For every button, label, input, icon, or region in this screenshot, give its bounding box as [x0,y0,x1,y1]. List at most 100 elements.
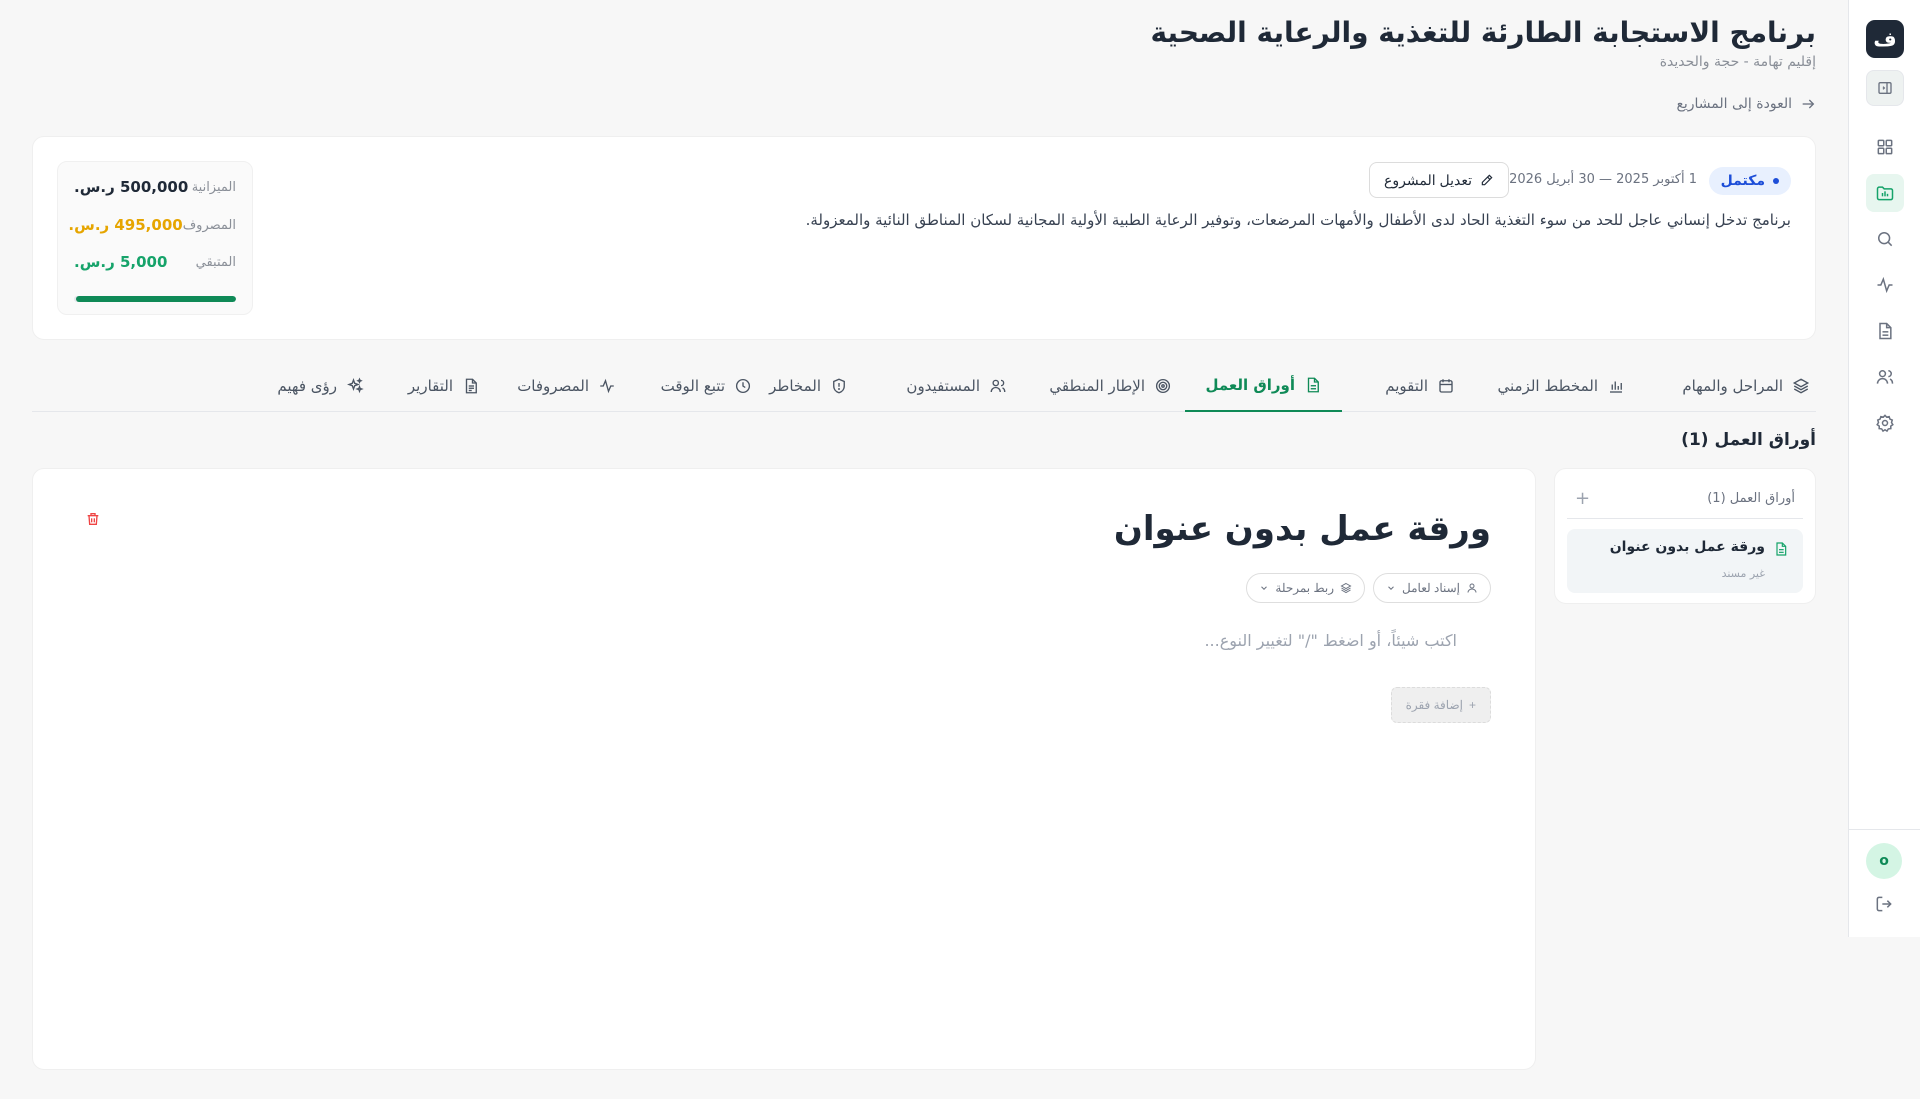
budget-value: 500,000 ر.س. [74,178,189,196]
budget-row-total: الميزانية 500,000 ر.س. [74,176,236,198]
app-logo[interactable]: ف [1866,20,1904,58]
spent-value: 495,000 ر.س. [68,216,183,234]
report-icon [462,377,480,395]
activity-icon [1875,275,1895,295]
status-badge: مكتمل [1708,167,1791,195]
chevron-down-icon [1386,583,1396,593]
worksheets-list-header: أوراق العمل (1) + [1567,479,1803,519]
worksheets-list-title: أوراق العمل (1) [1707,491,1795,506]
tab-label: المخطط الزمني [1497,377,1598,395]
budget-row-spent: المصروف 495,000 ر.س. [68,214,236,236]
sidebar-item-dashboard[interactable] [1866,128,1904,166]
tab-label: المراحل والمهام [1682,377,1783,395]
arrow-right-icon [1800,96,1816,112]
chevron-down-icon [1259,583,1269,593]
tab-label: المصروفات [517,377,589,395]
users-icon [1875,367,1895,387]
tab-calendar[interactable]: التقويم [1379,360,1461,412]
target-icon [1154,377,1172,395]
tab-label: رؤى فهيم [277,377,337,395]
trash-icon[interactable] [85,511,101,527]
worksheet-title[interactable]: ورقة عمل بدون عنوان [1114,509,1491,549]
sidebar-item-settings[interactable] [1866,404,1904,442]
layers-icon [1792,377,1810,395]
tab-logframe[interactable]: الإطار المنطقي [1043,360,1178,412]
worksheets-section-title: أوراق العمل (1) [1681,430,1816,450]
gear-icon [1875,413,1895,433]
sidebar: ف o [1848,0,1920,937]
add-paragraph-button[interactable]: + إضافة فقرة [1390,687,1491,723]
sidebar-toggle-icon [1877,80,1893,96]
tab-label: المستفيدون [906,377,980,395]
collapse-sidebar-button[interactable] [1866,70,1904,106]
tab-fahim-insights[interactable]: رؤى فهيم [271,360,370,412]
budget-progress-bar [74,296,236,302]
add-worksheet-button[interactable]: + [1575,489,1590,508]
link-phase-label: ربط بمرحلة [1275,581,1334,595]
document-icon [1773,541,1789,557]
editor-block-input[interactable]: اكتب شيئاً، أو اضغط "/" لتغيير النوع... [1204,631,1457,650]
tab-label: تتبع الوقت [660,377,725,395]
back-to-projects-link[interactable]: العودة إلى المشاريع [1676,96,1816,112]
edit-project-label: تعديل المشروع [1384,171,1472,188]
clock-icon [734,377,752,395]
budget-label: الميزانية [191,179,236,195]
link-phase-dropdown[interactable]: ربط بمرحلة [1246,573,1365,603]
sidebar-item-search[interactable] [1866,220,1904,258]
project-summary-card: مكتمل 1 أكتوبر 2025 — 30 أبريل 2026 تعدي… [32,136,1816,340]
remaining-value: 5,000 ر.س. [74,253,168,271]
list-item[interactable]: ورقة عمل بدون عنوان غير مسند [1567,529,1803,593]
page-title: برنامج الاستجابة الطارئة للتغذية والرعاي… [1150,16,1816,49]
document-icon [1875,321,1895,341]
project-tabs: المراحل والمهام المخطط الزمني التقويم أو… [32,360,1816,412]
plus-icon: + [1468,698,1476,712]
assign-worker-dropdown[interactable]: إسناد لعامل [1373,573,1491,603]
worksheets-list-panel: أوراق العمل (1) + ورقة عمل بدون عنوان غي… [1554,468,1816,604]
tab-timeline[interactable]: المخطط الزمني [1492,360,1631,412]
status-dot [1773,178,1779,184]
tab-reports[interactable]: التقارير [402,360,486,412]
tab-label: أوراق العمل [1205,376,1295,394]
tab-label: التقارير [407,377,453,395]
tab-beneficiaries[interactable]: المستفيدون [900,360,1013,412]
sidebar-item-projects[interactable] [1866,174,1904,212]
layers-icon [1340,582,1352,594]
logout-icon[interactable] [1874,894,1894,914]
budget-progress-fill [75,296,236,302]
status-label: مكتمل [1720,173,1765,189]
tab-label: الإطار المنطقي [1049,377,1145,395]
worksheet-item-assignee: غير مسند [1721,567,1765,580]
back-link-label: العودة إلى المشاريع [1676,96,1792,112]
tab-risks[interactable]: المخاطر [763,360,854,412]
add-paragraph-label: إضافة فقرة [1405,698,1463,712]
edit-project-button[interactable]: تعديل المشروع [1369,162,1509,198]
activity-icon [598,377,616,395]
tab-label: التقويم [1385,377,1428,395]
sparkles-icon [346,377,364,395]
grid-icon [1875,137,1895,157]
user-icon [1466,582,1478,594]
remaining-label: المتبقي [195,254,236,270]
tab-label: المخاطر [769,377,821,395]
page-subtitle: إقليم تهامة - حجة والحديدة [1659,54,1816,70]
document-icon [1304,376,1322,394]
avatar[interactable]: o [1866,843,1902,879]
sidebar-divider [1848,829,1920,830]
tab-phases-tasks[interactable]: المراحل والمهام [1676,360,1816,412]
worksheet-editor: ورقة عمل بدون عنوان إسناد لعامل ربط بمرح… [32,468,1536,1070]
pencil-icon [1480,173,1494,187]
sidebar-item-activity[interactable] [1866,266,1904,304]
worksheet-item-title: ورقة عمل بدون عنوان [1609,539,1765,555]
sidebar-item-documents[interactable] [1866,312,1904,350]
assign-worker-label: إسناد لعامل [1402,581,1460,595]
tab-worksheets[interactable]: أوراق العمل [1185,360,1342,412]
shield-icon [830,377,848,395]
folder-chart-icon [1875,183,1895,203]
spent-label: المصروف [182,217,236,233]
search-icon [1875,229,1895,249]
calendar-icon [1437,377,1455,395]
tab-time-tracking[interactable]: تتبع الوقت [655,360,758,412]
project-description: برنامج تدخل إنساني عاجل للحد من سوء التغ… [805,211,1791,229]
tab-expenses[interactable]: المصروفات [511,360,622,412]
sidebar-item-users[interactable] [1866,358,1904,396]
